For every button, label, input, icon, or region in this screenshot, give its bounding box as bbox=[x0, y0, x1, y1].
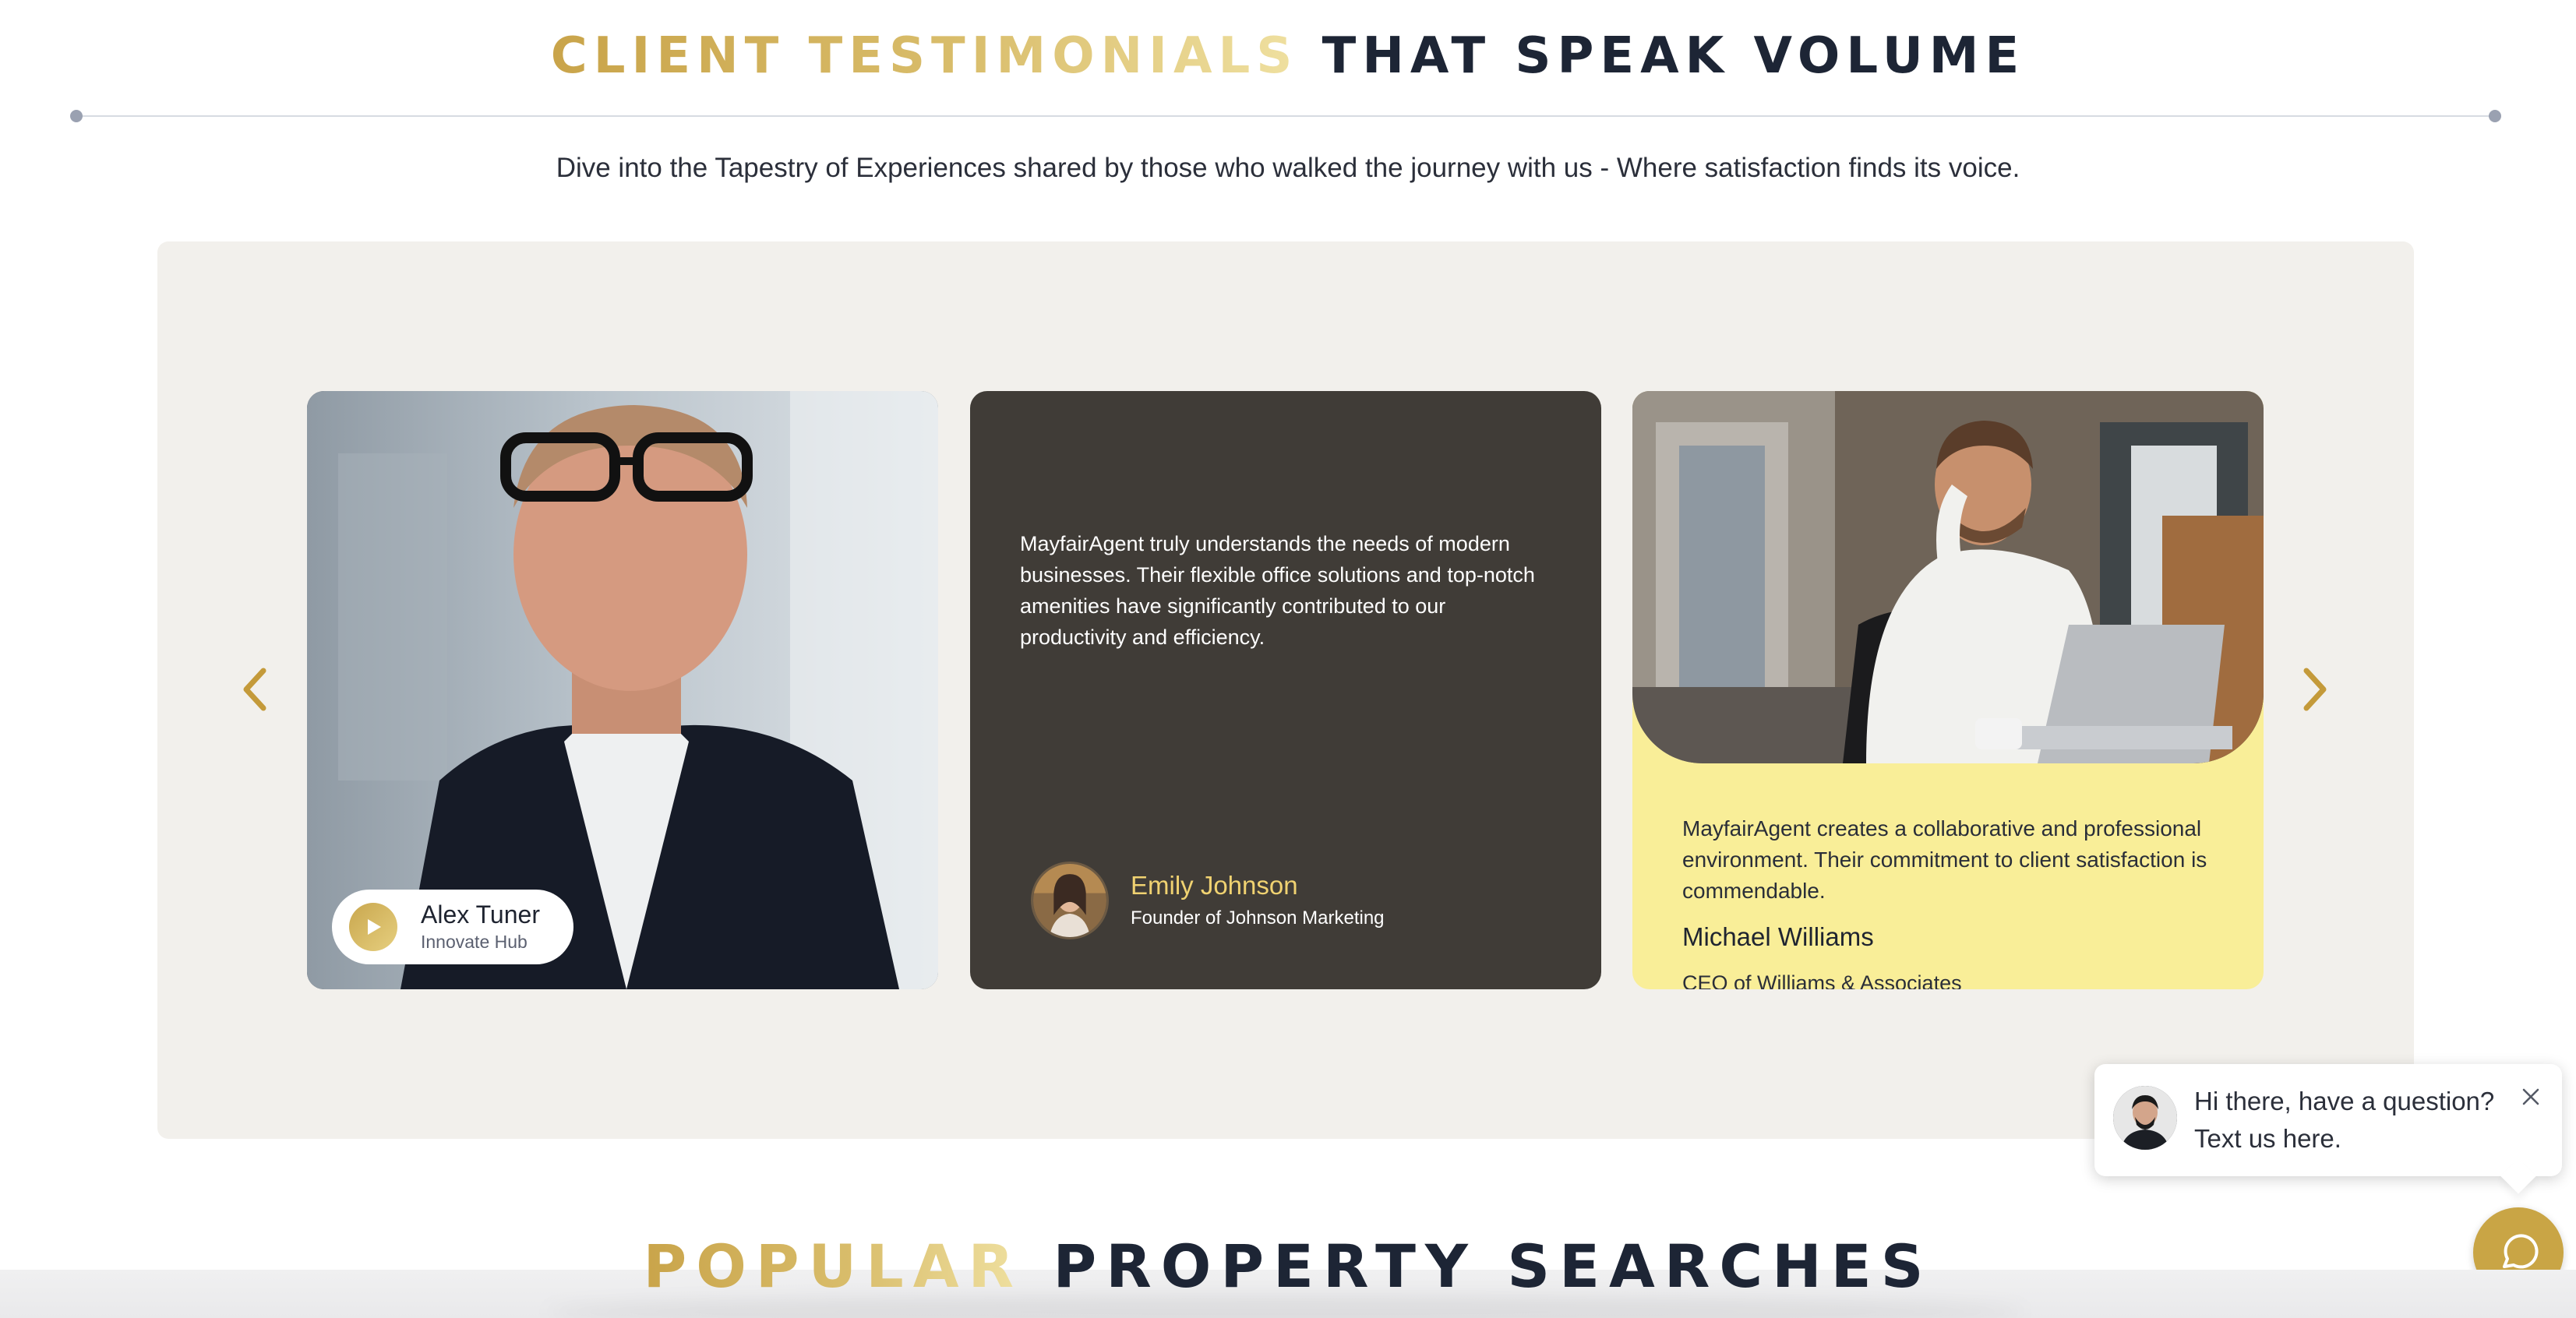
divider-dot-left bbox=[70, 110, 83, 122]
testimonial-quote: MayfairAgent creates a collaborative and… bbox=[1682, 816, 2207, 903]
avatar bbox=[2113, 1086, 2177, 1150]
chevron-right-icon bbox=[2303, 668, 2327, 711]
play-icon bbox=[368, 919, 381, 935]
video-person-name: Alex Tuner bbox=[421, 900, 540, 929]
title-divider bbox=[76, 115, 2497, 117]
video-person-company: Innovate Hub bbox=[421, 932, 528, 953]
avatar bbox=[1031, 862, 1109, 939]
popular-title-gold: POPULAR bbox=[643, 1232, 1024, 1301]
carousel-next-button[interactable] bbox=[2291, 661, 2338, 718]
testimonial-card-quote-light: MayfairAgent creates a collaborative and… bbox=[1632, 391, 2264, 989]
testimonial-card-quote-dark: MayfairAgent truly understands the needs… bbox=[970, 391, 1601, 989]
office-photo bbox=[1632, 391, 2264, 763]
author-info: Emily Johnson Founder of Johnson Marketi… bbox=[1031, 862, 1385, 939]
chat-prompt-text: Hi there, have a question? Text us here. bbox=[2194, 1087, 2495, 1153]
video-caption-pill[interactable]: Alex Tuner Innovate Hub bbox=[332, 890, 573, 964]
testimonial-card-video[interactable]: Alex Tuner Innovate Hub bbox=[307, 391, 938, 989]
author-name: Michael Williams bbox=[1682, 922, 1874, 951]
play-button[interactable] bbox=[349, 903, 397, 951]
chat-prompt-bubble[interactable]: Hi there, have a question? Text us here. bbox=[2094, 1064, 2562, 1176]
agent-avatar-image bbox=[2113, 1086, 2177, 1150]
close-icon bbox=[2522, 1088, 2539, 1105]
chat-close-button[interactable] bbox=[2517, 1083, 2545, 1111]
popular-title-dark: PROPERTY SEARCHES bbox=[1053, 1232, 1933, 1301]
testimonials-title: CLIENT TESTIMONIALS THAT SPEAK VOLUME bbox=[0, 31, 2576, 81]
testimonials-title-gold: CLIENT TESTIMONIALS bbox=[550, 27, 1299, 85]
testimonial-quote: MayfairAgent truly understands the needs… bbox=[1020, 532, 1535, 649]
man-on-phone-photo bbox=[1632, 391, 2264, 763]
testimonials-subtitle: Dive into the Tapestry of Experiences sh… bbox=[556, 153, 2020, 183]
divider-dot-right bbox=[2489, 110, 2501, 122]
author-avatar-image bbox=[1033, 864, 1106, 937]
author-role: CEO of Williams & Associates bbox=[1682, 971, 1962, 989]
author-name: Emily Johnson bbox=[1131, 870, 1298, 900]
author-role: Founder of Johnson Marketing bbox=[1131, 907, 1385, 929]
popular-searches-title: POPULAR PROPERTY SEARCHES bbox=[0, 1237, 2576, 1296]
chevron-left-icon bbox=[243, 668, 266, 711]
testimonials-title-dark: THAT SPEAK VOLUME bbox=[1322, 27, 2026, 85]
carousel-prev-button[interactable] bbox=[232, 661, 279, 718]
